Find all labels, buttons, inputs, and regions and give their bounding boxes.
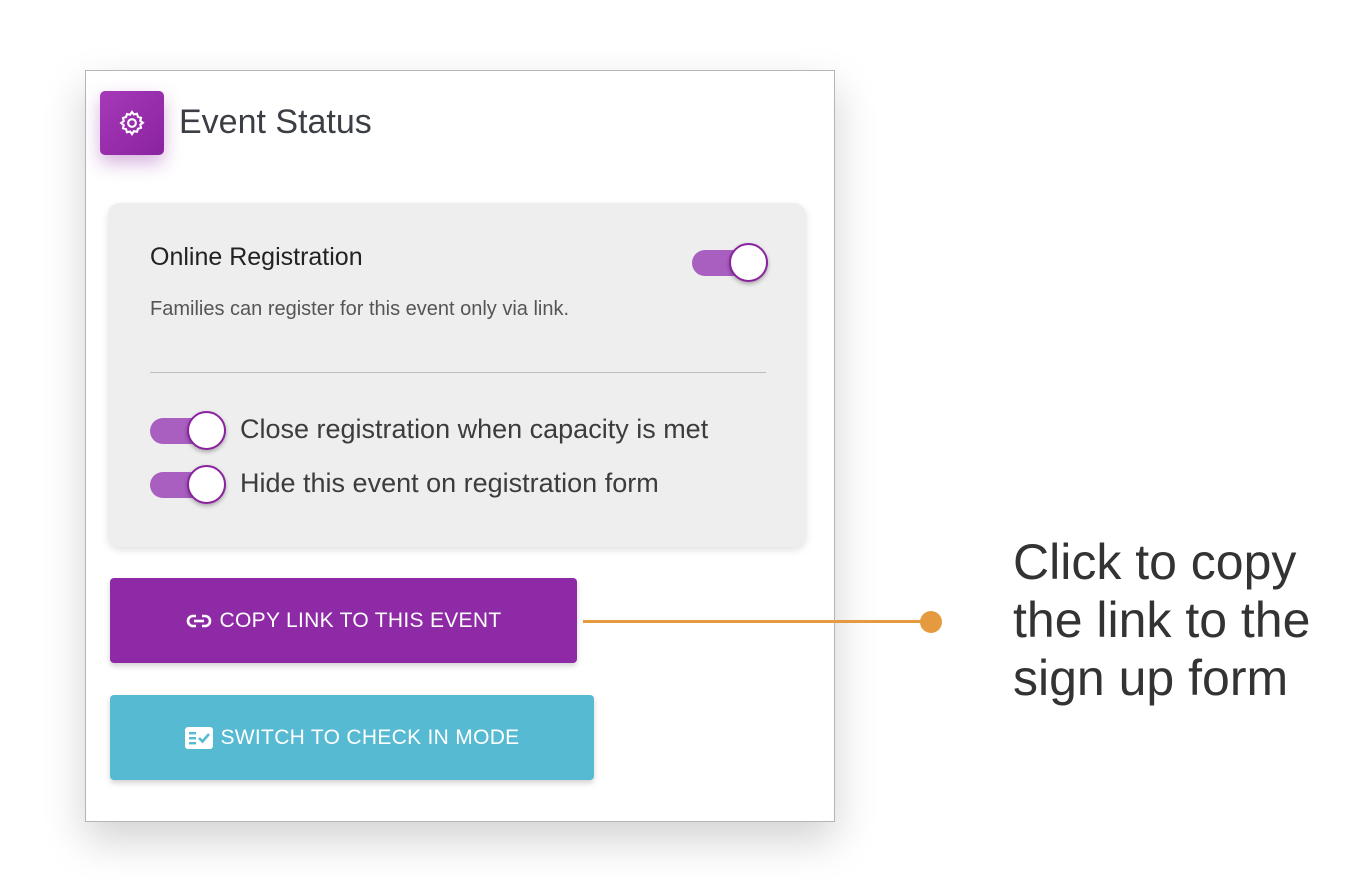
toggle-knob bbox=[729, 243, 768, 282]
hide-event-label: Hide this event on registration form bbox=[240, 468, 659, 498]
event-status-card: Event Status Online Registration Familie… bbox=[85, 70, 835, 822]
registration-settings-panel: Online Registration Families can registe… bbox=[108, 203, 806, 547]
online-registration-toggle[interactable] bbox=[692, 241, 772, 285]
callout-line-1: Click to copy bbox=[1013, 534, 1297, 590]
callout-dot bbox=[920, 611, 942, 633]
screen: Event Status Online Registration Familie… bbox=[0, 0, 1360, 880]
check-in-mode-label: SWITCH TO CHECK IN MODE bbox=[220, 725, 520, 749]
toggle-knob bbox=[187, 465, 226, 504]
copy-link-button[interactable]: COPY LINK TO THIS EVENT bbox=[110, 578, 577, 663]
callout-line-2: the link to the bbox=[1013, 592, 1311, 648]
close-when-full-label: Close registration when capacity is met bbox=[240, 414, 709, 444]
callout-line-3: sign up form bbox=[1013, 650, 1289, 706]
divider bbox=[150, 372, 766, 373]
close-when-full-toggle[interactable] bbox=[150, 409, 230, 453]
check-in-mode-button[interactable]: SWITCH TO CHECK IN MODE bbox=[110, 695, 594, 780]
card-title: Event Status bbox=[179, 103, 372, 141]
checklist-icon bbox=[184, 726, 213, 749]
toggle-knob bbox=[187, 411, 226, 450]
hide-event-toggle[interactable] bbox=[150, 463, 230, 507]
online-registration-description: Families can register for this event onl… bbox=[150, 298, 570, 320]
online-registration-heading: Online Registration bbox=[150, 243, 363, 271]
callout-connector bbox=[583, 620, 931, 623]
copy-link-label: COPY LINK TO THIS EVENT bbox=[219, 608, 502, 632]
gear-icon bbox=[100, 91, 164, 155]
callout-text: Click to copy the link to the sign up fo… bbox=[1013, 533, 1310, 707]
link-icon bbox=[186, 613, 212, 629]
